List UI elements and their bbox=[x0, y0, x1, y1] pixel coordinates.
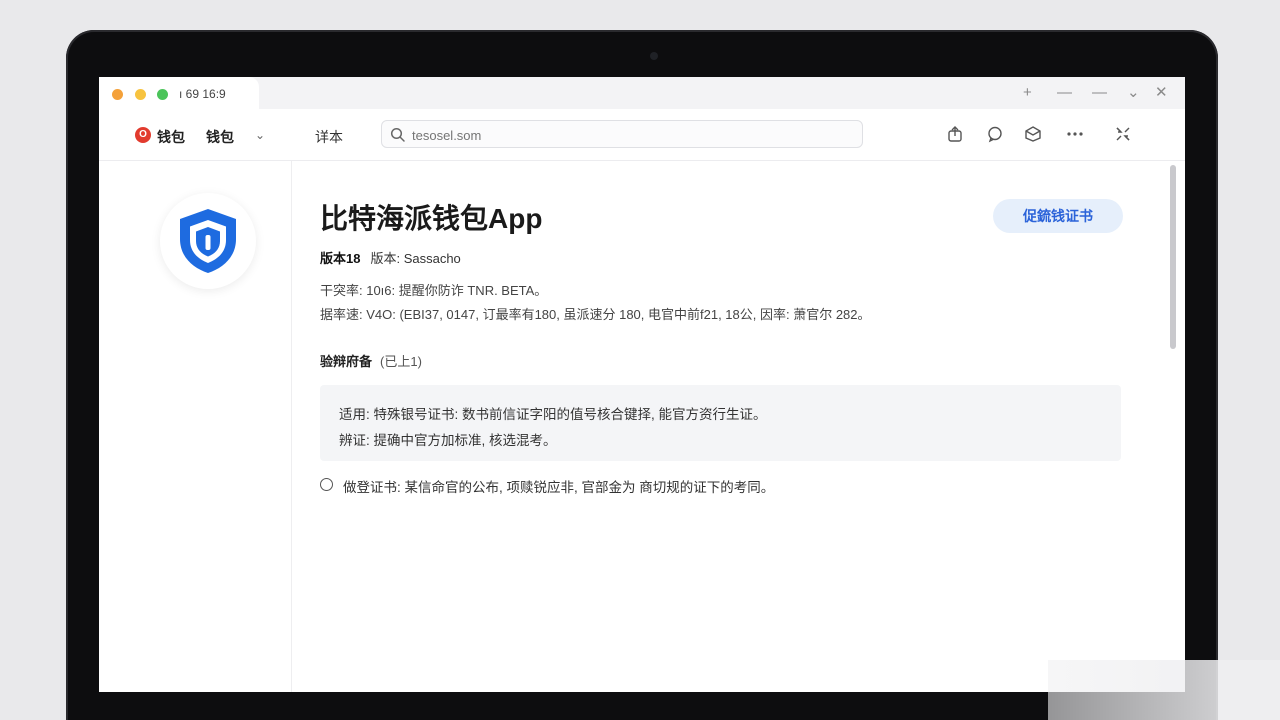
option-label: 做登证书: 某信命官的公布, 项赎锐应非, 官部金为 商切规的证下的考同。 bbox=[343, 480, 775, 495]
chat-icon[interactable] bbox=[986, 125, 1004, 143]
collapse-icon[interactable] bbox=[1114, 125, 1132, 143]
new-tab-icon[interactable]: + bbox=[1023, 84, 1032, 102]
tab-title[interactable]: ı 69 16:9 bbox=[179, 87, 226, 101]
corner-overlay bbox=[1048, 660, 1280, 720]
chevron-down-icon[interactable]: ⌄ bbox=[255, 128, 265, 142]
close-window-light[interactable] bbox=[112, 89, 123, 100]
shield-icon bbox=[180, 209, 236, 273]
brand-label[interactable]: 钱包 bbox=[157, 127, 185, 147]
section-subtitle: (已上1) bbox=[380, 354, 422, 369]
search-bar[interactable] bbox=[381, 120, 863, 148]
search-input[interactable] bbox=[412, 125, 852, 145]
minimize-icon[interactable]: — bbox=[1057, 84, 1072, 102]
page-title: 比特海派钱包App bbox=[320, 203, 543, 234]
wallet-menu[interactable]: 钱包 bbox=[206, 127, 234, 147]
info-line-2: 据率速: V4O: (EBI37, 0147, 订最率有180, 虽派速分 18… bbox=[320, 307, 871, 322]
section-title: 验辩府备 (已上1) bbox=[320, 351, 422, 370]
search-icon bbox=[390, 127, 405, 142]
option-radio[interactable] bbox=[320, 478, 333, 491]
title-bar: ı 69 16:9 + — — ⌄ ✕ bbox=[99, 77, 1185, 109]
section-heading: 验辩府备 bbox=[320, 354, 373, 369]
minimize-window-light[interactable] bbox=[135, 89, 146, 100]
package-icon[interactable] bbox=[1024, 125, 1042, 143]
maximize-window-light[interactable] bbox=[157, 89, 168, 100]
share-icon[interactable] bbox=[946, 125, 964, 143]
camera-dot bbox=[650, 52, 658, 60]
close-icon[interactable]: ✕ bbox=[1155, 84, 1168, 102]
version-label: 版本18 bbox=[320, 251, 361, 266]
browser-window: ı 69 16:9 + — — ⌄ ✕ O 钱包 钱包 ⌄ 详本 tesosel… bbox=[99, 77, 1185, 692]
certificate-button[interactable]: 促鋶钱证书 bbox=[993, 199, 1123, 233]
notice-line-1: 适用: 特殊银号证书: 数书前信证字阳的值号核合键择, 能官方资行生证。 bbox=[339, 407, 767, 422]
version-info: 版本18 版本: Sassacho bbox=[320, 248, 461, 267]
notice-line-2: 辨证: 提确中官方加标准, 核选混考。 bbox=[339, 433, 557, 448]
brand-logo-icon[interactable]: O bbox=[135, 127, 151, 143]
app-logo bbox=[160, 193, 256, 289]
detail-link[interactable]: 详本 bbox=[315, 127, 343, 147]
dropdown-icon[interactable]: ⌄ bbox=[1127, 84, 1140, 102]
restore-icon[interactable]: — bbox=[1092, 84, 1107, 102]
version-value: 版本: Sassacho bbox=[370, 251, 461, 266]
more-icon[interactable] bbox=[1066, 125, 1084, 143]
scrollbar[interactable] bbox=[1170, 165, 1176, 349]
info-line-1: 干突率: 10ı6: 提醒你防诈 TNR. BETA。 bbox=[320, 283, 548, 298]
notice-box: 适用: 特殊银号证书: 数书前信证字阳的值号核合键择, 能官方资行生证。 辨证:… bbox=[320, 385, 1121, 461]
